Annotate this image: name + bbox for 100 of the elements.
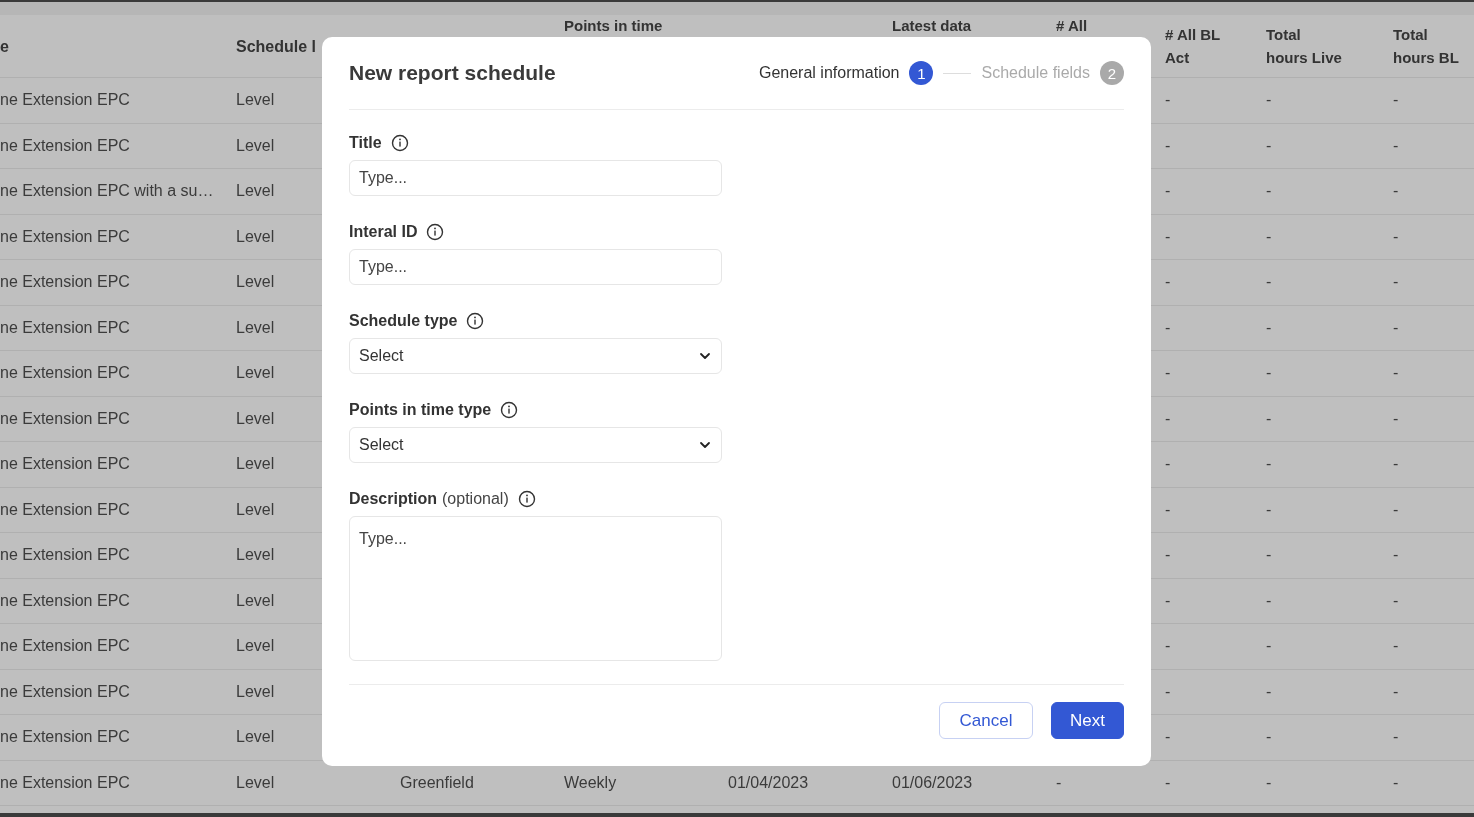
table-cell: Level	[236, 546, 275, 564]
table-cell: ne Extension EPC	[0, 591, 130, 609]
table-cell: Level	[236, 773, 275, 791]
table-cell: Level	[236, 318, 275, 336]
table-cell: -	[1393, 227, 1399, 245]
table-cell: -	[1393, 682, 1399, 700]
table-cell: -	[1266, 136, 1272, 154]
table-cell: Level	[236, 682, 275, 700]
table-cell: -	[1266, 273, 1272, 291]
table-cell: Level	[236, 136, 275, 154]
table-cell: -	[1266, 409, 1272, 427]
table-cell: Level	[236, 728, 275, 746]
column-header: e	[0, 36, 10, 57]
table-cell: -	[1393, 136, 1399, 154]
table-cell: ne Extension EPC	[0, 500, 130, 518]
cancel-button[interactable]: Cancel	[939, 702, 1033, 739]
column-header: Total hours BL	[1393, 25, 1460, 68]
field-label: Interal ID	[349, 223, 418, 241]
table-cell: -	[1165, 773, 1171, 791]
table-cell: ne Extension EPC	[0, 637, 130, 655]
table-cell: -	[1393, 728, 1399, 746]
table-cell: -	[1266, 318, 1272, 336]
table-cell: ne Extension EPC	[0, 318, 130, 336]
table-cell: -	[1165, 136, 1171, 154]
table-cell: Greenfield	[400, 773, 474, 791]
table-cell: Level	[236, 637, 275, 655]
info-icon[interactable]	[517, 490, 536, 508]
table-cell: -	[1266, 364, 1272, 382]
table-cell: 01/06/2023	[892, 773, 973, 791]
table-cell: ne Extension EPC	[0, 773, 130, 791]
table-cell: ne Extension EPC	[0, 273, 130, 291]
table-cell: -	[1165, 409, 1171, 427]
info-icon[interactable]	[466, 312, 485, 330]
table-cell: ne Extension EPC	[0, 227, 130, 245]
info-icon[interactable]	[426, 223, 445, 241]
field-label: Points in time type	[349, 401, 492, 419]
table-cell: ne Extension EPC	[0, 409, 130, 427]
table-cell: Level	[236, 91, 275, 109]
table-cell: -	[1266, 773, 1272, 791]
table-cell: -	[1393, 455, 1399, 473]
table-cell: -	[1165, 728, 1171, 746]
info-icon[interactable]	[390, 134, 409, 152]
text-field[interactable]: Type...	[349, 249, 722, 285]
column-header: Schedule l	[236, 36, 318, 57]
table-cell: -	[1266, 546, 1272, 564]
table-cell: -	[1056, 773, 1062, 791]
table-cell: -	[1165, 318, 1171, 336]
table-cell: Level	[236, 227, 275, 245]
text-field[interactable]: Type...	[349, 160, 722, 196]
field-label: Title	[349, 134, 382, 152]
table-cell: Level	[236, 455, 275, 473]
table-cell: -	[1266, 455, 1272, 473]
column-header: Latest data	[892, 17, 973, 35]
table-cell: -	[1165, 591, 1171, 609]
table-cell: ne Extension EPC	[0, 91, 130, 109]
select-field[interactable]: Select	[349, 427, 722, 463]
table-cell: -	[1266, 591, 1272, 609]
table-cell: -	[1393, 273, 1399, 291]
next-button[interactable]: Next	[1051, 702, 1124, 739]
info-icon[interactable]	[500, 401, 519, 419]
table-cell: -	[1266, 500, 1272, 518]
table-cell: ne Extension EPC	[0, 682, 130, 700]
step-indicator[interactable]: General information 1	[758, 61, 934, 85]
table-cell: -	[1165, 182, 1171, 200]
column-header: Points in time	[564, 17, 664, 35]
table-cell: -	[1393, 591, 1399, 609]
table-cell: -	[1165, 455, 1171, 473]
table-cell: -	[1165, 91, 1171, 109]
table-cell: -	[1165, 682, 1171, 700]
table-cell: -	[1165, 273, 1171, 291]
table-cell: -	[1165, 637, 1171, 655]
table-cell: Level	[236, 364, 275, 382]
column-header: # All	[1056, 17, 1089, 35]
table-cell: -	[1393, 637, 1399, 655]
table-cell: -	[1165, 546, 1171, 564]
table-cell: -	[1393, 500, 1399, 518]
table-cell: Level	[236, 409, 275, 427]
table-cell: -	[1266, 682, 1272, 700]
table-cell: -	[1393, 91, 1399, 109]
text-area[interactable]: Type...	[349, 516, 722, 661]
table-cell: -	[1266, 91, 1272, 109]
column-header: Total hours Live	[1266, 25, 1343, 68]
table-cell: -	[1266, 637, 1272, 655]
optional-note: (optional)	[442, 490, 509, 508]
table-cell: -	[1393, 364, 1399, 382]
table-cell: -	[1266, 227, 1272, 245]
table-cell: ne Extension EPC	[0, 728, 130, 746]
table-cell: -	[1165, 500, 1171, 518]
table-cell: ne Extension EPC	[0, 136, 130, 154]
table-cell: Level	[236, 500, 275, 518]
select-field[interactable]: Select	[349, 338, 722, 374]
table-cell: ne Extension EPC	[0, 455, 130, 473]
table-cell: -	[1393, 318, 1399, 336]
table-cell: -	[1393, 409, 1399, 427]
field-label: Schedule type	[349, 312, 458, 330]
table-cell: ne Extension EPC	[0, 546, 130, 564]
table-cell: Weekly	[564, 773, 617, 791]
dialog-title: New report schedule	[349, 61, 556, 85]
table-cell: -	[1393, 546, 1399, 564]
table-cell: Level	[236, 591, 275, 609]
